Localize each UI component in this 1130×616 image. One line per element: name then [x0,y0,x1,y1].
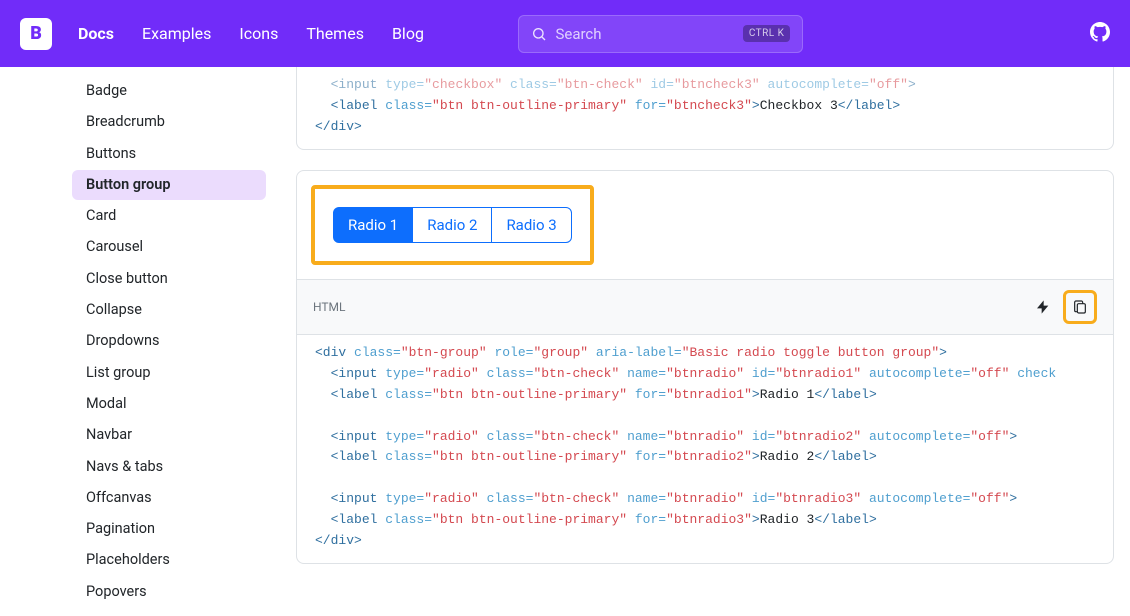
sidebar-item-carousel[interactable]: Carousel [72,232,266,262]
nav-blog[interactable]: Blog [384,18,432,49]
sidebar-item-collapse[interactable]: Collapse [72,295,266,325]
sidebar-item-pagination[interactable]: Pagination [72,514,266,544]
nav-left: B Docs Examples Icons Themes Blog [20,18,432,50]
navbar: B Docs Examples Icons Themes Blog Search… [0,0,1130,67]
code-block-checkbox: <input type="checkbox" class="btn-check"… [296,67,1114,150]
sidebar-item-list-group[interactable]: List group [72,358,266,388]
nav-icons[interactable]: Icons [231,18,286,49]
sidebar-item-modal[interactable]: Modal [72,389,266,419]
nav-themes[interactable]: Themes [298,18,372,49]
sidebar-item-navs-tabs[interactable]: Navs & tabs [72,452,266,482]
copy-highlight [1063,290,1097,324]
sidebar-item-popovers[interactable]: Popovers [72,577,266,607]
sidebar: BadgeBreadcrumbButtonsButton groupCardCa… [0,67,280,616]
stackblitz-icon[interactable] [1031,295,1055,319]
search-placeholder: Search [555,25,734,43]
example-radio-group-hl: Radio 1 Radio 2 Radio 3 [311,185,594,265]
sidebar-item-card[interactable]: Card [72,201,266,231]
radio-button-group: Radio 1 Radio 2 Radio 3 [333,207,572,243]
brand-logo[interactable]: B [20,18,52,50]
sidebar-item-buttons[interactable]: Buttons [72,139,266,169]
sidebar-item-dropdowns[interactable]: Dropdowns [72,326,266,356]
code-block-header: HTML [297,279,1113,335]
search-icon [531,26,547,42]
nav-examples[interactable]: Examples [134,18,219,49]
sidebar-item-close-button[interactable]: Close button [72,264,266,294]
example-card-radio: Radio 1 Radio 2 Radio 3 HTML <div class=… [296,170,1114,564]
code-block-radio: <div class="btn-group" role="group" aria… [297,335,1113,563]
copy-icon[interactable] [1068,295,1092,319]
content: <input type="checkbox" class="btn-check"… [280,67,1130,616]
kbd-shortcut: CTRL K [743,25,791,42]
code-language-label: HTML [313,300,346,314]
sidebar-item-offcanvas[interactable]: Offcanvas [72,483,266,513]
sidebar-item-button-group[interactable]: Button group [72,170,266,200]
sidebar-item-navbar[interactable]: Navbar [72,420,266,450]
radio-2[interactable]: Radio 2 [412,207,492,243]
search-input[interactable]: Search CTRL K [518,15,803,53]
sidebar-item-badge[interactable]: Badge [72,76,266,106]
radio-3[interactable]: Radio 3 [491,207,571,243]
radio-1[interactable]: Radio 1 [333,207,413,243]
sidebar-item-breadcrumb[interactable]: Breadcrumb [72,107,266,137]
github-icon[interactable] [1090,22,1110,46]
sidebar-item-placeholders[interactable]: Placeholders [72,545,266,575]
nav-docs[interactable]: Docs [70,18,122,49]
